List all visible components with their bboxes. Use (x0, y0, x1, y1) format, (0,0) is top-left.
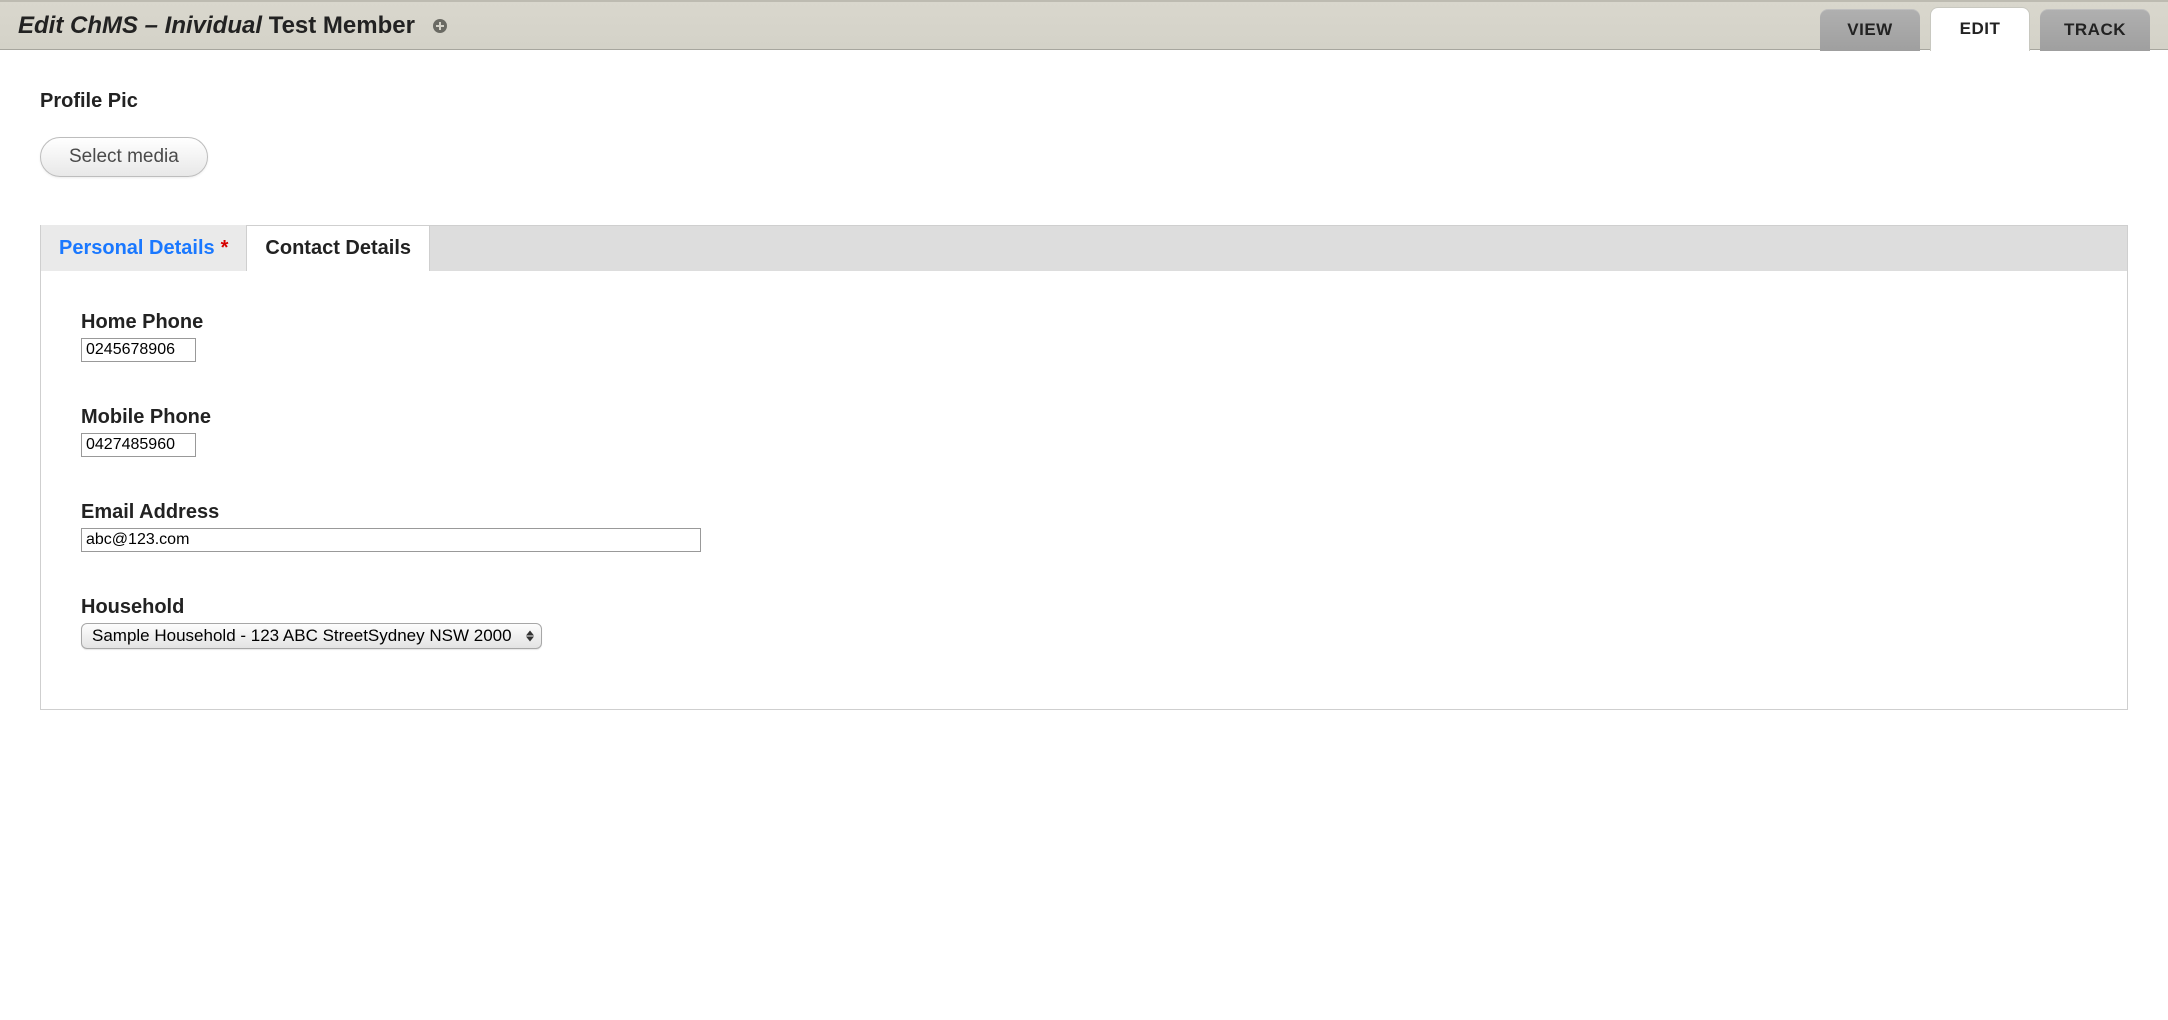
tab-contact-details[interactable]: Contact Details (247, 225, 430, 271)
tab-personal-details[interactable]: Personal Details * (41, 225, 247, 271)
field-household: Household Sample Household - 123 ABC Str… (81, 596, 2087, 649)
page-title-prefix: Edit ChMS – Inividual (18, 12, 262, 39)
tab-edit[interactable]: EDIT (1930, 7, 2030, 51)
household-select[interactable]: Sample Household - 123 ABC StreetSydney … (81, 623, 542, 649)
main-content: Profile Pic Select media Personal Detail… (0, 50, 2168, 710)
email-label: Email Address (81, 501, 2087, 524)
inner-tabs-header: Personal Details * Contact Details (40, 225, 2128, 271)
contact-details-panel: Home Phone Mobile Phone Email Address Ho… (40, 271, 2128, 710)
page-title: Edit ChMS – Inividual Test Member (18, 12, 449, 40)
tab-view[interactable]: VIEW (1820, 9, 1920, 51)
plus-circle-icon[interactable] (431, 17, 449, 35)
profile-pic-heading: Profile Pic (40, 90, 2128, 113)
mobile-phone-label: Mobile Phone (81, 406, 2087, 429)
mobile-phone-input[interactable] (81, 433, 196, 457)
field-email: Email Address (81, 501, 2087, 552)
top-tabs: VIEW EDIT TRACK (1820, 1, 2150, 51)
tab-track[interactable]: TRACK (2040, 9, 2150, 51)
email-input[interactable] (81, 528, 701, 552)
household-label: Household (81, 596, 2087, 619)
inner-tab-label: Personal Details (59, 237, 215, 260)
home-phone-label: Home Phone (81, 311, 2087, 334)
page-title-name: Test Member (262, 12, 415, 39)
field-home-phone: Home Phone (81, 311, 2087, 362)
required-star-icon: * (221, 237, 229, 260)
field-mobile-phone: Mobile Phone (81, 406, 2087, 457)
inner-tabs: Personal Details * Contact Details Home … (40, 225, 2128, 710)
select-media-button[interactable]: Select media (40, 137, 208, 177)
page-header: Edit ChMS – Inividual Test Member VIEW E… (0, 0, 2168, 50)
home-phone-input[interactable] (81, 338, 196, 362)
inner-tab-label: Contact Details (265, 237, 411, 260)
